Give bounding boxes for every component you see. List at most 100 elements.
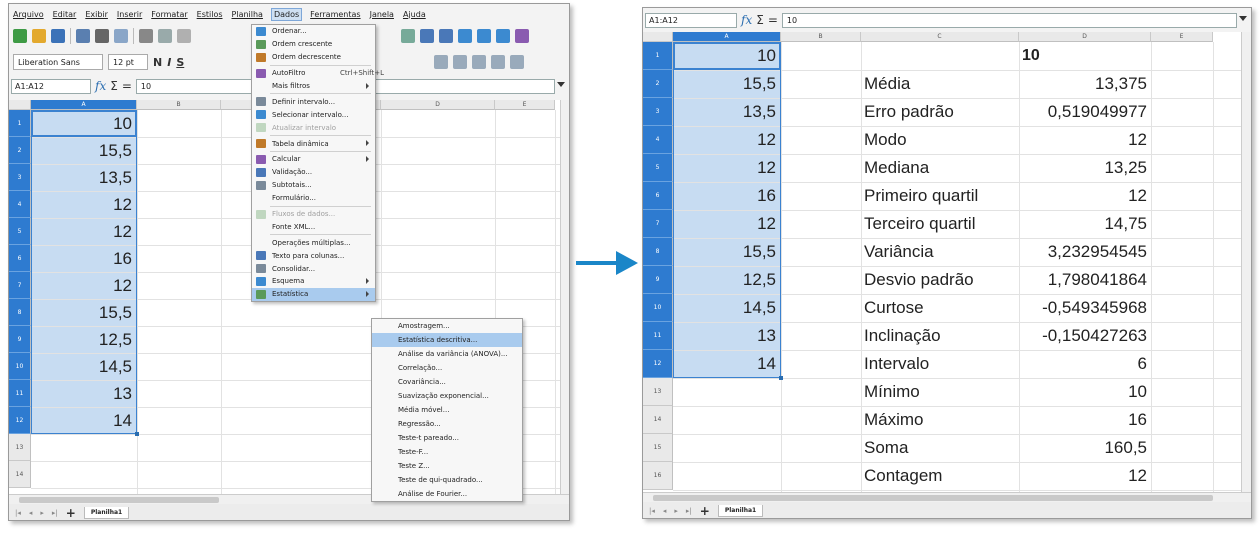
save-icon[interactable] xyxy=(51,29,65,43)
menu-item-correlação[interactable]: Correlação... xyxy=(372,361,522,375)
column-header-b[interactable]: B xyxy=(781,32,861,42)
row-header-7[interactable]: 7 xyxy=(9,272,31,299)
paste-icon[interactable] xyxy=(177,29,191,43)
column-icon[interactable] xyxy=(439,29,453,43)
align-left-icon[interactable] xyxy=(434,55,449,69)
menu-dados[interactable]: Dados xyxy=(270,7,303,21)
add-sheet-icon[interactable]: + xyxy=(700,504,710,518)
add-sheet-icon[interactable]: + xyxy=(66,506,76,520)
menu-item-consolidar[interactable]: Consolidar... xyxy=(252,262,375,275)
column-header-a[interactable]: A xyxy=(673,32,781,42)
vertical-scrollbar[interactable] xyxy=(560,100,569,494)
column-header-e[interactable]: E xyxy=(495,100,555,110)
row-header-12[interactable]: 12 xyxy=(9,407,31,434)
stat-label[interactable]: Modo xyxy=(864,126,907,154)
menu-item-teste-de-qui-quadrado[interactable]: Teste de qui-quadrado... xyxy=(372,473,522,487)
menu-inserir[interactable]: Inserir xyxy=(117,10,142,19)
menu-item-regressão[interactable]: Regressão... xyxy=(372,417,522,431)
row-header-9[interactable]: 9 xyxy=(9,326,31,353)
function-wizard-icon[interactable]: fx xyxy=(741,13,752,27)
menu-exibir[interactable]: Exibir xyxy=(85,10,108,19)
menu-estilos[interactable]: Estilos xyxy=(197,10,223,19)
menu-item-teste-z[interactable]: Teste Z... xyxy=(372,459,522,473)
spelling-icon[interactable] xyxy=(401,29,415,43)
menu-item-autofiltro[interactable]: AutoFiltro Ctrl+Shift+L xyxy=(252,67,384,80)
stat-label[interactable]: Inclinação xyxy=(864,322,941,350)
autofill-handle[interactable] xyxy=(135,432,139,436)
align-right-icon[interactable] xyxy=(472,55,487,69)
menu-ferramentas[interactable]: Ferramentas xyxy=(310,10,360,19)
copy-icon[interactable] xyxy=(158,29,172,43)
formula-icon[interactable]: = xyxy=(122,79,132,93)
menu-arquivo[interactable]: Arquivo xyxy=(13,10,44,19)
open-folder-icon[interactable] xyxy=(32,29,46,43)
row-header-7[interactable]: 7 xyxy=(643,210,673,238)
menu-editar[interactable]: Editar xyxy=(53,10,77,19)
menu-item-definir-intervalo[interactable]: Definir intervalo... xyxy=(252,95,375,108)
menu-item-operações-múltiplas[interactable]: Operações múltiplas... xyxy=(252,236,375,249)
menu-item-ordenar[interactable]: Ordenar... xyxy=(252,25,375,38)
sum-icon[interactable]: Σ xyxy=(110,79,118,93)
stat-value[interactable]: 12 xyxy=(1019,126,1147,154)
row-header-10[interactable]: 10 xyxy=(9,353,31,380)
row-header-11[interactable]: 11 xyxy=(9,380,31,407)
stat-value[interactable]: 12 xyxy=(1019,182,1147,210)
horizontal-scrollbar[interactable] xyxy=(643,492,1251,502)
menu-item-validação[interactable]: Validação... xyxy=(252,166,375,179)
stat-value[interactable]: 16 xyxy=(1019,406,1147,434)
row-header-3[interactable]: 3 xyxy=(9,164,31,191)
row-header-2[interactable]: 2 xyxy=(643,70,673,98)
next-sheet-icon[interactable]: ▸ xyxy=(40,509,44,517)
sort-ascending-icon[interactable] xyxy=(477,29,491,43)
row-header-4[interactable]: 4 xyxy=(9,191,31,218)
menu-item-teste-t-pareado[interactable]: Teste-t pareado... xyxy=(372,431,522,445)
menu-item-estatística-descritiva[interactable]: Estatística descritiva... xyxy=(372,333,522,347)
stat-label[interactable]: Variância xyxy=(864,238,934,266)
menu-item-texto-para-colunas[interactable]: Texto para colunas... xyxy=(252,249,375,262)
bold-button[interactable]: N xyxy=(153,56,162,69)
menu-item-teste-f[interactable]: Teste-F... xyxy=(372,445,522,459)
stats-header-value[interactable]: 10 xyxy=(1019,42,1059,70)
stat-label[interactable]: Mediana xyxy=(864,154,929,182)
row-header-5[interactable]: 5 xyxy=(9,218,31,245)
menu-item-fonte-xml[interactable]: Fonte XML... xyxy=(252,220,375,233)
new-document-icon[interactable] xyxy=(13,29,27,43)
select-all-corner[interactable] xyxy=(643,32,673,42)
name-box[interactable]: A1:A12 xyxy=(645,12,737,28)
row-header-6[interactable]: 6 xyxy=(9,245,31,272)
row-header-14[interactable]: 14 xyxy=(643,406,673,434)
stat-value[interactable]: 13,25 xyxy=(1019,154,1147,182)
row-header-8[interactable]: 8 xyxy=(9,299,31,326)
wrap-text-icon[interactable] xyxy=(491,55,506,69)
prev-sheet-icon[interactable]: ◂ xyxy=(663,507,667,515)
function-wizard-icon[interactable]: fx xyxy=(95,79,106,93)
row-header-6[interactable]: 6 xyxy=(643,182,673,210)
menu-planilha[interactable]: Planilha xyxy=(232,10,263,19)
stat-value[interactable]: 6 xyxy=(1019,350,1147,378)
name-box[interactable]: A1:A12 xyxy=(11,78,91,94)
stat-value[interactable]: 13,375 xyxy=(1019,70,1147,98)
column-header-e[interactable]: E xyxy=(1151,32,1213,42)
menu-ajuda[interactable]: Ajuda xyxy=(403,10,426,19)
scroll-thumb[interactable] xyxy=(19,497,219,503)
menu-item-ordem-crescente[interactable]: Ordem crescente xyxy=(252,38,375,51)
menu-item-mais-filtros[interactable]: Mais filtros xyxy=(252,80,375,93)
row-header-15[interactable]: 15 xyxy=(643,434,673,462)
menu-item-covariância[interactable]: Covariância... xyxy=(372,375,522,389)
expand-formula-bar-icon[interactable] xyxy=(557,82,565,87)
stat-label[interactable]: Contagem xyxy=(864,462,942,490)
stat-label[interactable]: Soma xyxy=(864,434,908,462)
stat-value[interactable]: -0,549345968 xyxy=(1019,294,1147,322)
cut-icon[interactable] xyxy=(139,29,153,43)
menu-item-selecionar-intervalo[interactable]: Selecionar intervalo... xyxy=(252,108,375,121)
menu-item-calcular[interactable]: Calcular xyxy=(252,153,375,166)
stat-label[interactable]: Máximo xyxy=(864,406,924,434)
select-all-corner[interactable] xyxy=(9,100,31,110)
menu-item-análise-de-fourier[interactable]: Análise de Fourier... xyxy=(372,487,522,501)
stat-label[interactable]: Terceiro quartil xyxy=(864,210,976,238)
row-header-13[interactable]: 13 xyxy=(9,434,31,461)
print-preview-icon[interactable] xyxy=(114,29,128,43)
row-header-13[interactable]: 13 xyxy=(643,378,673,406)
menu-item-esquema[interactable]: Esquema xyxy=(252,275,375,288)
formula-input[interactable]: 10 xyxy=(781,12,1237,28)
